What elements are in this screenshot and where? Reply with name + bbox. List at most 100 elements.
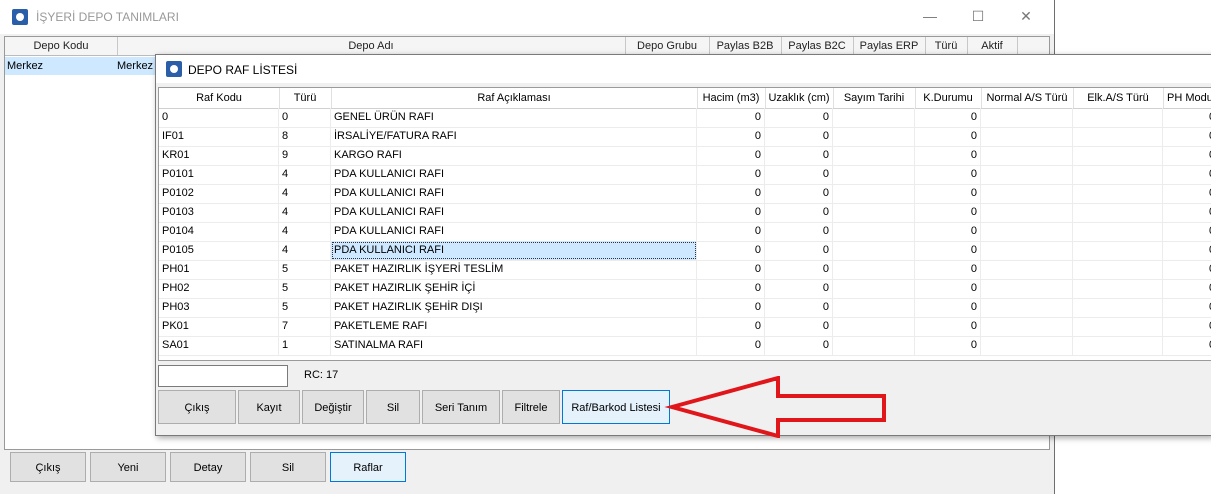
raf-kodu-cell[interactable]: SA01: [159, 336, 279, 355]
cikis-button[interactable]: Çıkış: [158, 390, 236, 424]
sayim-tarihi-cell[interactable]: [833, 317, 915, 336]
uzaklik-cell[interactable]: 0: [765, 146, 833, 165]
elk-as-turu-cell[interactable]: [1073, 184, 1163, 203]
raflar-button[interactable]: Raflar: [330, 452, 406, 482]
sayim-tarihi-cell[interactable]: [833, 146, 915, 165]
table-row[interactable]: P01054PDA KULLANICI RAFI0000: [159, 241, 1211, 261]
col-paylas-b2c[interactable]: Paylas B2C: [781, 37, 854, 55]
normal-as-turu-cell[interactable]: [981, 203, 1073, 222]
raf-aciklamasi-cell[interactable]: SATINALMA RAFI: [331, 336, 697, 355]
raf-aciklamasi-cell[interactable]: PDA KULLANICI RAFI: [331, 241, 697, 260]
raf-aciklamasi-cell[interactable]: PDA KULLANICI RAFI: [331, 165, 697, 184]
col-sayim-tarihi[interactable]: Sayım Tarihi: [833, 88, 916, 108]
table-row[interactable]: PH035PAKET HAZIRLIK ŞEHİR DIŞI0000: [159, 298, 1211, 318]
uzaklik-cell[interactable]: 0: [765, 108, 833, 127]
detay-button[interactable]: Detay: [170, 452, 246, 482]
table-row[interactable]: P01014PDA KULLANICI RAFI0000: [159, 165, 1211, 185]
elk-as-turu-cell[interactable]: [1073, 108, 1163, 127]
search-input[interactable]: [158, 365, 288, 387]
uzaklik-cell[interactable]: 0: [765, 336, 833, 355]
hacim-cell[interactable]: 0: [697, 146, 765, 165]
col-uzaklik[interactable]: Uzaklık (cm): [765, 88, 834, 108]
sayim-tarihi-cell[interactable]: [833, 165, 915, 184]
normal-as-turu-cell[interactable]: [981, 317, 1073, 336]
col-depo-kodu[interactable]: Depo Kodu: [5, 37, 118, 55]
hacim-cell[interactable]: 0: [697, 184, 765, 203]
turu-cell[interactable]: 4: [279, 222, 331, 241]
hacim-cell[interactable]: 0: [697, 241, 765, 260]
sayim-tarihi-cell[interactable]: [833, 298, 915, 317]
sayim-tarihi-cell[interactable]: [833, 279, 915, 298]
elk-as-turu-cell[interactable]: [1073, 127, 1163, 146]
sayim-tarihi-cell[interactable]: [833, 336, 915, 355]
raf-kodu-cell[interactable]: KR01: [159, 146, 279, 165]
hacim-cell[interactable]: 0: [697, 203, 765, 222]
raf-kodu-cell[interactable]: PH01: [159, 260, 279, 279]
raf-aciklamasi-cell[interactable]: PAKET HAZIRLIK ŞEHİR DIŞI: [331, 298, 697, 317]
uzaklik-cell[interactable]: 0: [765, 241, 833, 260]
k-durumu-cell[interactable]: 0: [915, 146, 981, 165]
raf-kodu-cell[interactable]: P0102: [159, 184, 279, 203]
ph-modu-cell[interactable]: 0: [1163, 184, 1211, 203]
k-durumu-cell[interactable]: 0: [915, 279, 981, 298]
uzaklik-cell[interactable]: 0: [765, 203, 833, 222]
uzaklik-cell[interactable]: 0: [765, 298, 833, 317]
table-row[interactable]: PK017PAKETLEME RAFI0000: [159, 317, 1211, 337]
col-paylas-b2b[interactable]: Paylas B2B: [709, 37, 782, 55]
raf-kodu-cell[interactable]: PH03: [159, 298, 279, 317]
normal-as-turu-cell[interactable]: [981, 222, 1073, 241]
sayim-tarihi-cell[interactable]: [833, 108, 915, 127]
sayim-tarihi-cell[interactable]: [833, 203, 915, 222]
filtrele-button[interactable]: Filtrele: [502, 390, 560, 424]
ph-modu-cell[interactable]: 0: [1163, 108, 1211, 127]
uzaklik-cell[interactable]: 0: [765, 127, 833, 146]
normal-as-turu-cell[interactable]: [981, 260, 1073, 279]
k-durumu-cell[interactable]: 0: [915, 260, 981, 279]
depo-adi-cell[interactable]: Merkez: [115, 57, 157, 75]
elk-as-turu-cell[interactable]: [1073, 222, 1163, 241]
raf-aciklamasi-cell[interactable]: PDA KULLANICI RAFI: [331, 184, 697, 203]
close-button[interactable]: ✕: [1014, 6, 1038, 26]
elk-as-turu-cell[interactable]: [1073, 298, 1163, 317]
uzaklik-cell[interactable]: 0: [765, 279, 833, 298]
ph-modu-cell[interactable]: 0: [1163, 222, 1211, 241]
col-hacim[interactable]: Hacim (m3): [697, 88, 766, 108]
hacim-cell[interactable]: 0: [697, 127, 765, 146]
uzaklik-cell[interactable]: 0: [765, 165, 833, 184]
k-durumu-cell[interactable]: 0: [915, 184, 981, 203]
k-durumu-cell[interactable]: 0: [915, 108, 981, 127]
raf-kodu-cell[interactable]: PH02: [159, 279, 279, 298]
raf-grid[interactable]: Raf Kodu Türü Raf Açıklaması Hacim (m3) …: [158, 87, 1211, 361]
raf-barkod-listesi-button[interactable]: Raf/Barkod Listesi: [562, 390, 670, 424]
turu-cell[interactable]: 9: [279, 146, 331, 165]
uzaklik-cell[interactable]: 0: [765, 317, 833, 336]
ph-modu-cell[interactable]: 0: [1163, 146, 1211, 165]
raf-aciklamasi-cell[interactable]: PDA KULLANICI RAFI: [331, 203, 697, 222]
uzaklik-cell[interactable]: 0: [765, 184, 833, 203]
k-durumu-cell[interactable]: 0: [915, 317, 981, 336]
turu-cell[interactable]: 8: [279, 127, 331, 146]
col-k-durumu[interactable]: K.Durumu: [915, 88, 982, 108]
hacim-cell[interactable]: 0: [697, 108, 765, 127]
turu-cell[interactable]: 5: [279, 260, 331, 279]
col-depo-adi[interactable]: Depo Adı: [117, 37, 626, 55]
table-row[interactable]: IF018İRSALİYE/FATURA RAFI0000: [159, 127, 1211, 147]
normal-as-turu-cell[interactable]: [981, 108, 1073, 127]
uzaklik-cell[interactable]: 0: [765, 222, 833, 241]
table-row[interactable]: PH015PAKET HAZIRLIK İŞYERİ TESLİM0000: [159, 260, 1211, 280]
hacim-cell[interactable]: 0: [697, 298, 765, 317]
turu-cell[interactable]: 0: [279, 108, 331, 127]
raf-kodu-cell[interactable]: P0103: [159, 203, 279, 222]
col-turu[interactable]: Türü: [279, 88, 332, 108]
uzaklik-cell[interactable]: 0: [765, 260, 833, 279]
normal-as-turu-cell[interactable]: [981, 127, 1073, 146]
elk-as-turu-cell[interactable]: [1073, 317, 1163, 336]
hacim-cell[interactable]: 0: [697, 165, 765, 184]
raf-kodu-cell[interactable]: P0104: [159, 222, 279, 241]
sayim-tarihi-cell[interactable]: [833, 260, 915, 279]
k-durumu-cell[interactable]: 0: [915, 298, 981, 317]
k-durumu-cell[interactable]: 0: [915, 241, 981, 260]
turu-cell[interactable]: 1: [279, 336, 331, 355]
ph-modu-cell[interactable]: 0: [1163, 317, 1211, 336]
normal-as-turu-cell[interactable]: [981, 336, 1073, 355]
